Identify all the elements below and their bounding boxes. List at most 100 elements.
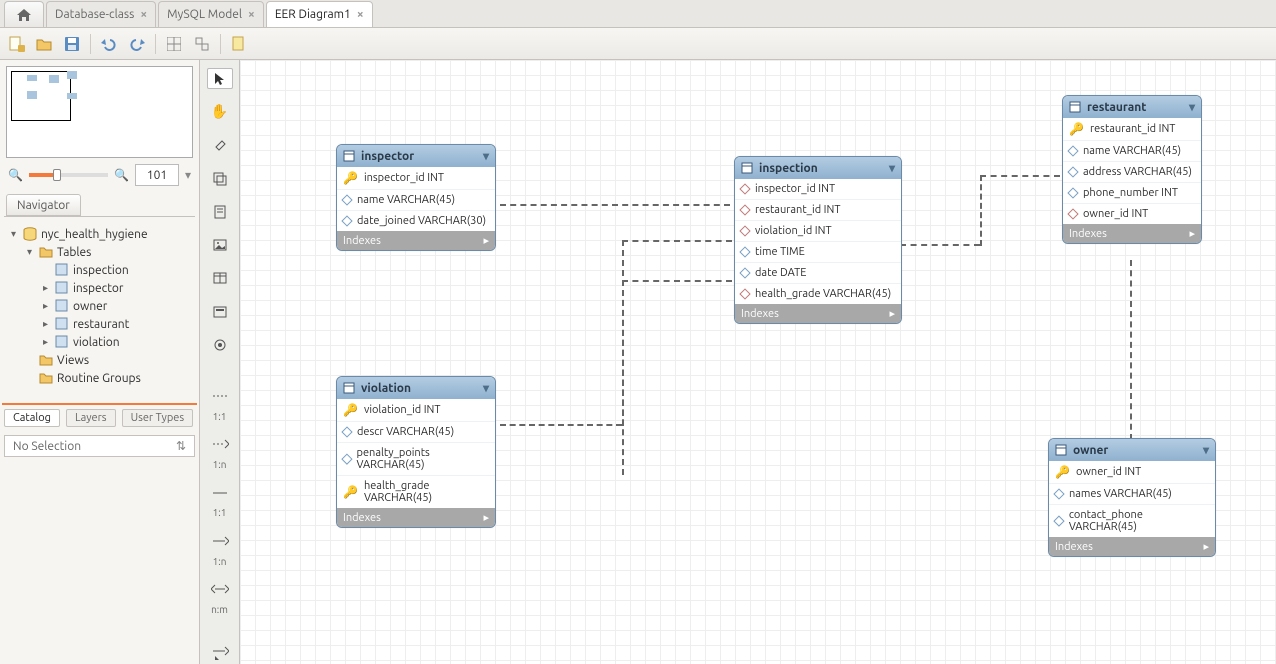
diagram-canvas[interactable]: inspector ▾ 🔑inspector_id INT name VARCH… [240, 60, 1276, 664]
close-icon[interactable]: × [140, 8, 147, 21]
selection-display[interactable]: No Selection ⇅ [4, 435, 195, 457]
zoom-slider[interactable] [29, 173, 108, 177]
indexes-bar[interactable]: Indexes▸ [337, 508, 495, 527]
column-row[interactable]: date_joined VARCHAR(30) [337, 210, 495, 231]
column-row[interactable]: 🔑owner_id INT [1049, 461, 1215, 483]
view-tool[interactable] [207, 301, 233, 322]
tab-database-class[interactable]: Database-class× [46, 1, 156, 27]
zoom-dropdown-icon[interactable]: ▾ [185, 168, 191, 182]
indexes-bar[interactable]: Indexes▸ [337, 231, 495, 250]
column-row[interactable]: date DATE [735, 262, 901, 283]
grid-toggle-button[interactable] [164, 34, 184, 54]
rel-nm-tool[interactable] [207, 579, 233, 600]
column-row[interactable]: restaurant_id INT [735, 199, 901, 220]
tree-routines[interactable]: Routine Groups [2, 369, 197, 387]
tree-tables[interactable]: ▾ Tables [2, 243, 197, 261]
eraser-tool[interactable] [207, 135, 233, 156]
rel-1nb-tool[interactable] [207, 530, 233, 551]
expander-icon[interactable]: ▾ [24, 247, 35, 258]
pointer-tool[interactable] [207, 68, 233, 89]
column-row[interactable]: names VARCHAR(45) [1049, 483, 1215, 504]
rel-1n-tool[interactable] [207, 434, 233, 455]
tab-eer-diagram[interactable]: EER Diagram1× [266, 1, 373, 27]
notes-button[interactable] [229, 34, 249, 54]
column-row[interactable]: time TIME [735, 241, 901, 262]
tab-mysql-model[interactable]: MySQL Model× [158, 1, 264, 27]
entity-restaurant[interactable]: restaurant ▾ 🔑restaurant_id INT name VAR… [1062, 95, 1202, 244]
expand-icon[interactable]: ▸ [483, 511, 489, 524]
minimap-viewport[interactable] [11, 71, 71, 121]
tree-table-inspector[interactable]: ▸inspector [2, 279, 197, 297]
collapse-icon[interactable]: ▾ [889, 161, 895, 175]
column-row[interactable]: 🔑restaurant_id INT [1063, 118, 1201, 140]
expander-icon[interactable]: ▸ [40, 283, 51, 294]
align-button[interactable] [192, 34, 212, 54]
expand-icon[interactable]: ▸ [889, 307, 895, 320]
collapse-icon[interactable]: ▾ [483, 381, 489, 395]
navigator-tab[interactable]: Navigator [6, 194, 81, 216]
note-tool[interactable] [207, 201, 233, 222]
column-row[interactable]: penalty_points VARCHAR(45) [337, 442, 495, 475]
zoom-value[interactable]: 101 [135, 164, 179, 186]
column-row[interactable]: 🔑violation_id INT [337, 399, 495, 421]
entity-header[interactable]: owner ▾ [1049, 439, 1215, 461]
rel-11b-tool[interactable] [207, 482, 233, 503]
collapse-icon[interactable]: ▾ [483, 149, 489, 163]
expand-icon[interactable]: ▸ [1189, 227, 1195, 240]
expand-icon[interactable]: ▸ [483, 234, 489, 247]
open-file-button[interactable] [34, 34, 54, 54]
entity-header[interactable]: inspector ▾ [337, 145, 495, 167]
layer-tool[interactable] [207, 168, 233, 189]
column-row[interactable]: address VARCHAR(45) [1063, 161, 1201, 182]
column-row[interactable]: contact_phone VARCHAR(45) [1049, 504, 1215, 537]
tree-table-restaurant[interactable]: ▸restaurant [2, 315, 197, 333]
entity-owner[interactable]: owner ▾ 🔑owner_id INT names VARCHAR(45) … [1048, 438, 1216, 557]
save-button[interactable] [62, 34, 82, 54]
zoom-in-icon[interactable]: 🔍 [114, 168, 129, 182]
hand-tool[interactable]: ✋ [207, 101, 233, 122]
column-row[interactable]: owner_id INT [1063, 203, 1201, 224]
tab-layers[interactable]: Layers [66, 409, 116, 427]
close-icon[interactable]: × [248, 8, 255, 21]
expander-icon[interactable]: ▸ [40, 301, 51, 312]
zoom-out-icon[interactable]: 🔍 [8, 168, 23, 182]
rel-11-tool[interactable] [207, 385, 233, 406]
column-row[interactable]: name VARCHAR(45) [1063, 140, 1201, 161]
column-row[interactable]: phone_number INT [1063, 182, 1201, 203]
dropdown-icon[interactable]: ⇅ [176, 439, 186, 453]
tab-user-types[interactable]: User Types [122, 409, 194, 427]
entity-inspection[interactable]: inspection ▾ inspector_id INT restaurant… [734, 156, 902, 324]
expander-icon[interactable]: ▸ [40, 319, 51, 330]
entity-header[interactable]: inspection ▾ [735, 157, 901, 179]
collapse-icon[interactable]: ▾ [1203, 443, 1209, 457]
entity-header[interactable]: violation ▾ [337, 377, 495, 399]
collapse-icon[interactable]: ▾ [1189, 100, 1195, 114]
column-row[interactable]: 🔑health_grade VARCHAR(45) [337, 475, 495, 508]
image-tool[interactable] [207, 234, 233, 255]
rel-existing-tool[interactable] [207, 643, 233, 664]
column-row[interactable]: health_grade VARCHAR(45) [735, 283, 901, 304]
indexes-bar[interactable]: Indexes▸ [735, 304, 901, 323]
column-row[interactable]: inspector_id INT [735, 179, 901, 199]
redo-button[interactable] [127, 34, 147, 54]
entity-violation[interactable]: violation ▾ 🔑violation_id INT descr VARC… [336, 376, 496, 528]
tree-schema[interactable]: ▾ nyc_health_hygiene [2, 225, 197, 243]
entity-header[interactable]: restaurant ▾ [1063, 96, 1201, 118]
entity-inspector[interactable]: inspector ▾ 🔑inspector_id INT name VARCH… [336, 144, 496, 251]
expander-icon[interactable]: ▾ [8, 229, 19, 240]
new-file-button[interactable] [6, 34, 26, 54]
tree-table-inspection[interactable]: inspection [2, 261, 197, 279]
indexes-bar[interactable]: Indexes▸ [1049, 537, 1215, 556]
indexes-bar[interactable]: Indexes▸ [1063, 224, 1201, 243]
tree-views[interactable]: Views [2, 351, 197, 369]
home-tab[interactable] [4, 1, 44, 27]
expander-icon[interactable]: ▸ [40, 337, 51, 348]
column-row[interactable]: 🔑inspector_id INT [337, 167, 495, 189]
table-tool[interactable] [207, 268, 233, 289]
routine-tool[interactable] [207, 334, 233, 355]
minimap[interactable] [6, 66, 193, 158]
tree-table-owner[interactable]: ▸owner [2, 297, 197, 315]
column-row[interactable]: name VARCHAR(45) [337, 189, 495, 210]
tab-catalog[interactable]: Catalog [4, 409, 60, 427]
undo-button[interactable] [99, 34, 119, 54]
